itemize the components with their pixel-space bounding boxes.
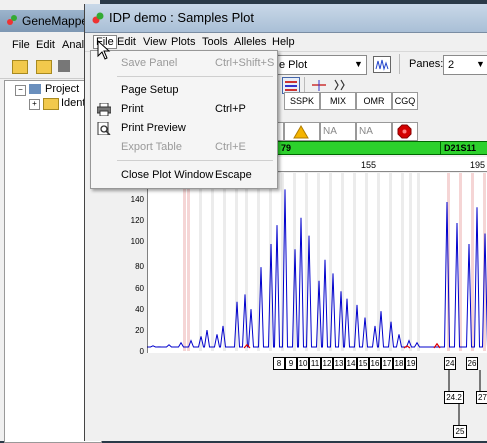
print-preview-icon xyxy=(97,122,111,135)
mouse-cursor-icon xyxy=(97,40,111,60)
menu-separator xyxy=(117,160,273,161)
menu-item-label: Print xyxy=(121,103,144,115)
menu-item-print-preview[interactable]: Print Preview xyxy=(91,119,277,138)
menu-item-label: Close Plot Window xyxy=(121,169,214,181)
menu-separator xyxy=(117,76,273,77)
menu-item-print[interactable]: Print Ctrl+P xyxy=(91,100,277,119)
menu-item-shortcut: Ctrl+P xyxy=(215,103,246,115)
menu-item-shortcut: Ctrl+E xyxy=(215,141,246,153)
menu-item-label: Page Setup xyxy=(121,84,179,96)
menu-item-export-table[interactable]: Export Table Ctrl+E xyxy=(91,138,277,157)
menu-item-shortcut: Ctrl+Shift+S xyxy=(215,57,275,69)
printer-icon xyxy=(97,103,111,116)
menu-item-close-plot-window[interactable]: Close Plot Window Escape xyxy=(91,166,277,185)
menu-item-label: Export Table xyxy=(121,141,182,153)
menu-item-label: Print Preview xyxy=(121,122,186,134)
menu-item-page-setup[interactable]: Page Setup xyxy=(91,81,277,100)
menu-item-shortcut: Escape xyxy=(215,169,252,181)
file-menu-dropdown: Save Panel Ctrl+Shift+S Page Setup Print… xyxy=(90,50,278,189)
menu-item-label: Save Panel xyxy=(121,57,178,69)
menu-item-save-panel[interactable]: Save Panel Ctrl+Shift+S xyxy=(91,54,277,73)
